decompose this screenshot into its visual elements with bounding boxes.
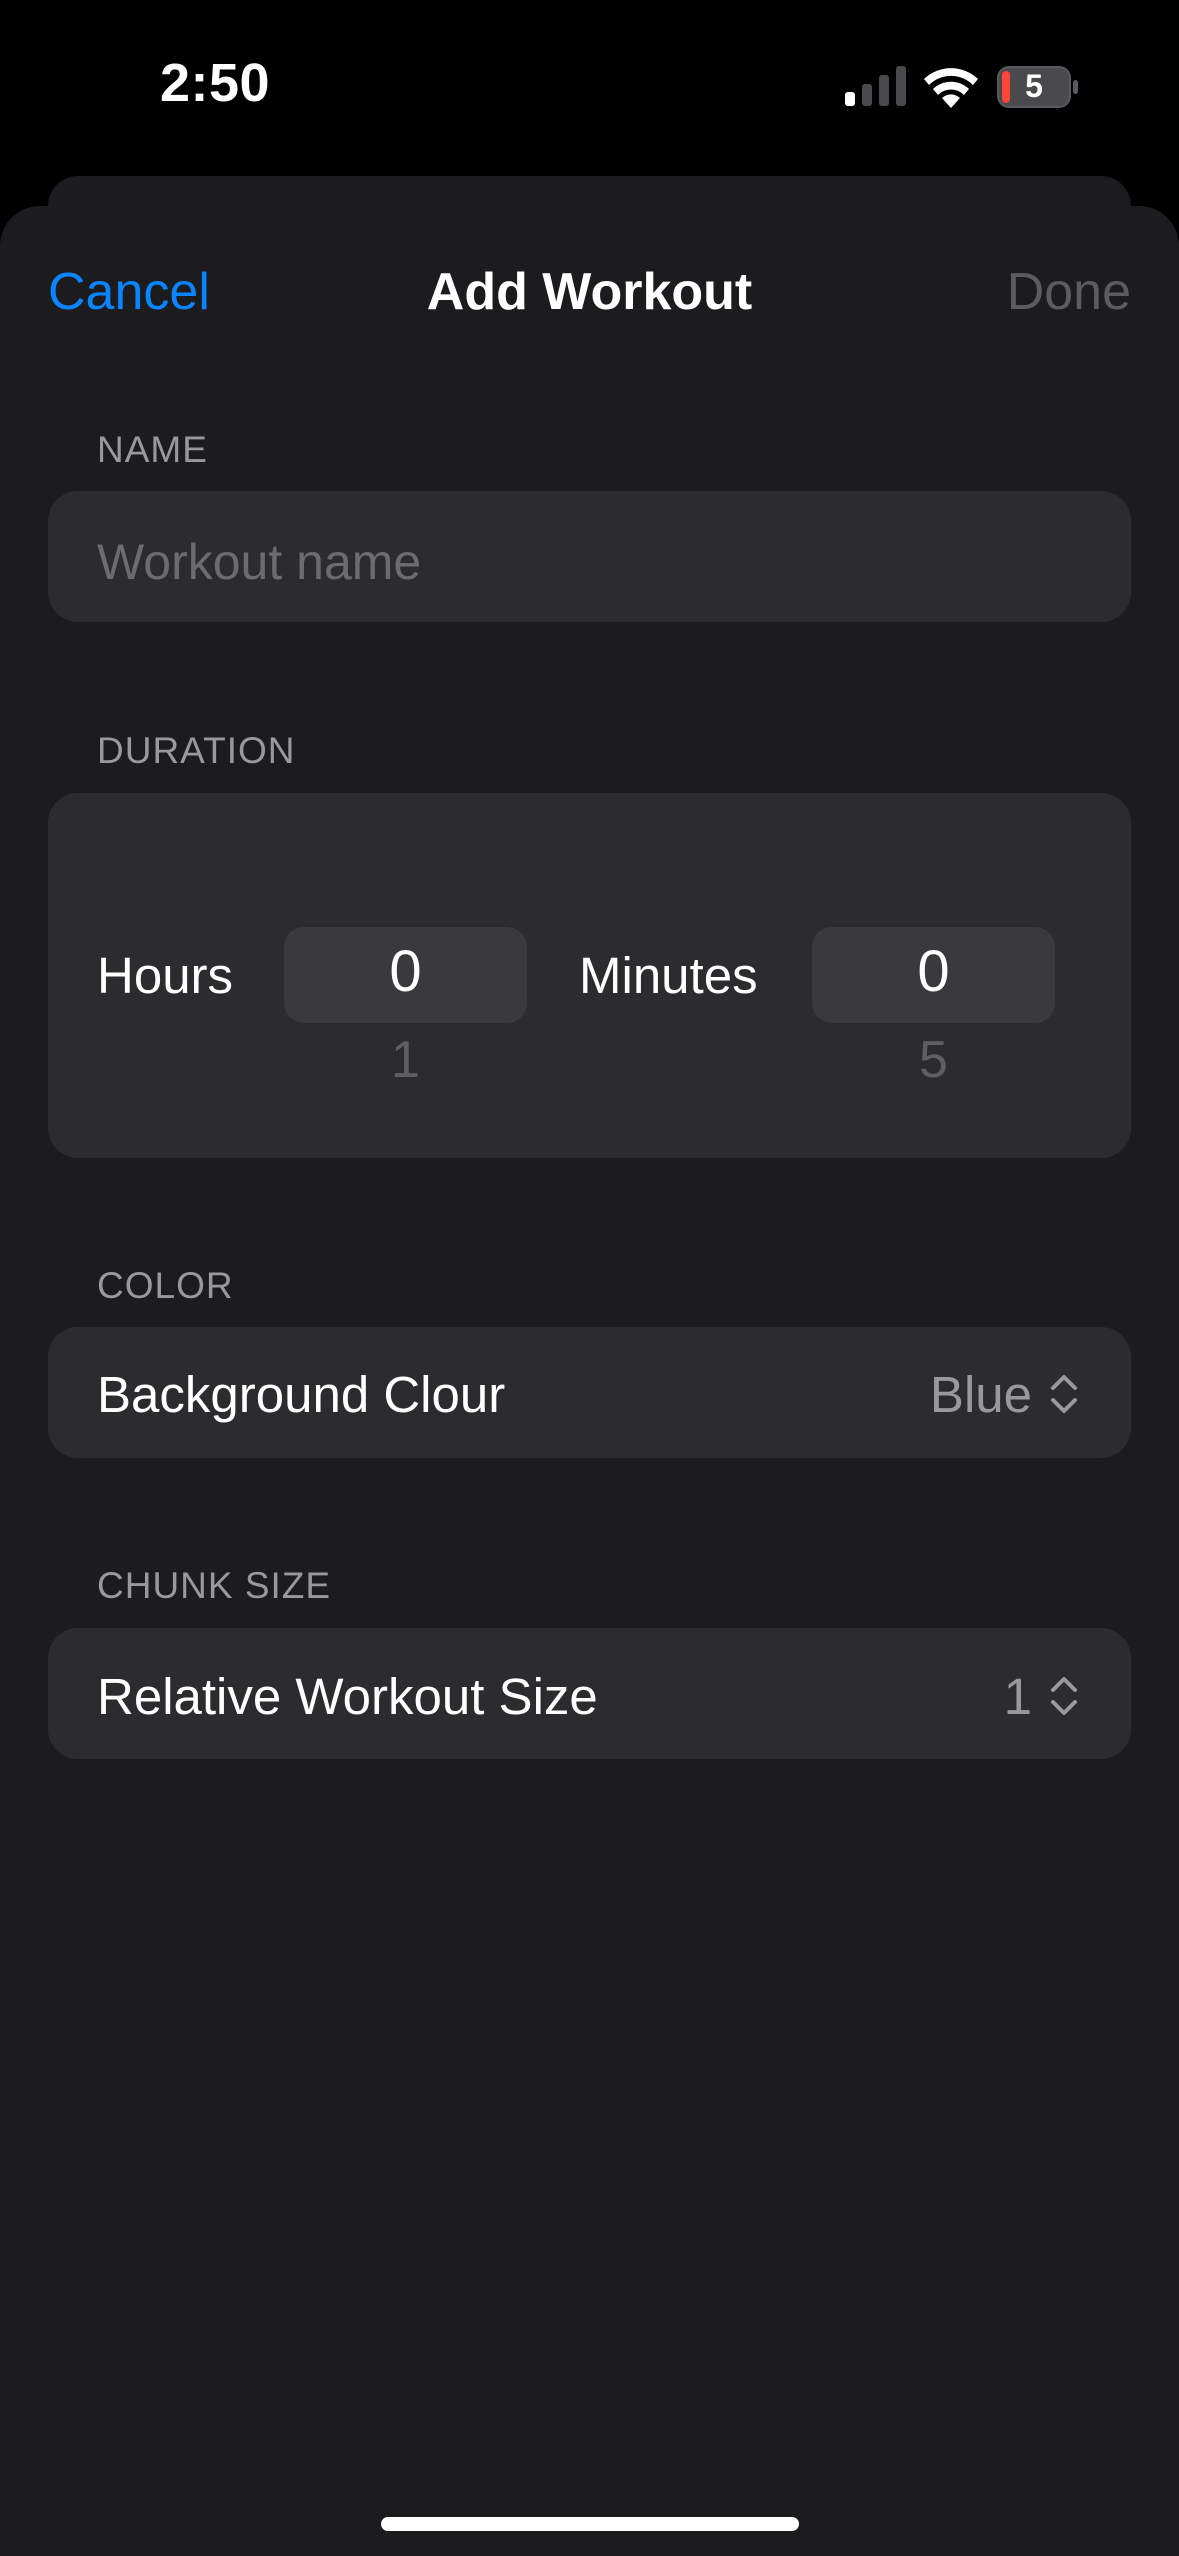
home-indicator[interactable] <box>381 2517 799 2531</box>
hours-picker-value: 0 <box>389 939 422 1004</box>
battery-icon: 5 <box>997 66 1079 108</box>
workout-name-input[interactable] <box>97 527 1077 597</box>
workout-size-label: Relative Workout Size <box>97 1668 598 1725</box>
done-button[interactable]: Done <box>1007 262 1131 322</box>
cellular-signal-icon <box>845 66 906 106</box>
background-color-label: Background Clour <box>97 1366 506 1423</box>
battery-level-text: 5 <box>1025 68 1043 104</box>
chevron-up-down-icon <box>1051 1677 1077 1715</box>
hours-label: Hours <box>97 947 234 1004</box>
wifi-icon <box>924 68 978 108</box>
color-section-header: COLOR <box>97 1265 234 1306</box>
minutes-picker-next-value: 5 <box>919 1031 948 1089</box>
minutes-label: Minutes <box>579 947 758 1004</box>
duration-section-header: DURATION <box>97 730 296 771</box>
chevron-up-down-icon <box>1051 1375 1077 1413</box>
chunk-size-section-header: CHUNK SIZE <box>97 1565 332 1606</box>
name-section-header: NAME <box>97 429 208 470</box>
status-bar: 2:50 5 <box>0 0 1179 175</box>
minutes-picker-value: 0 <box>917 939 950 1004</box>
status-time: 2:50 <box>160 53 271 113</box>
background-color-value: Blue <box>929 1366 1032 1423</box>
cancel-button[interactable]: Cancel <box>48 262 210 322</box>
hours-picker-next-value: 1 <box>391 1031 420 1089</box>
workout-size-value: 1 <box>1003 1668 1032 1725</box>
